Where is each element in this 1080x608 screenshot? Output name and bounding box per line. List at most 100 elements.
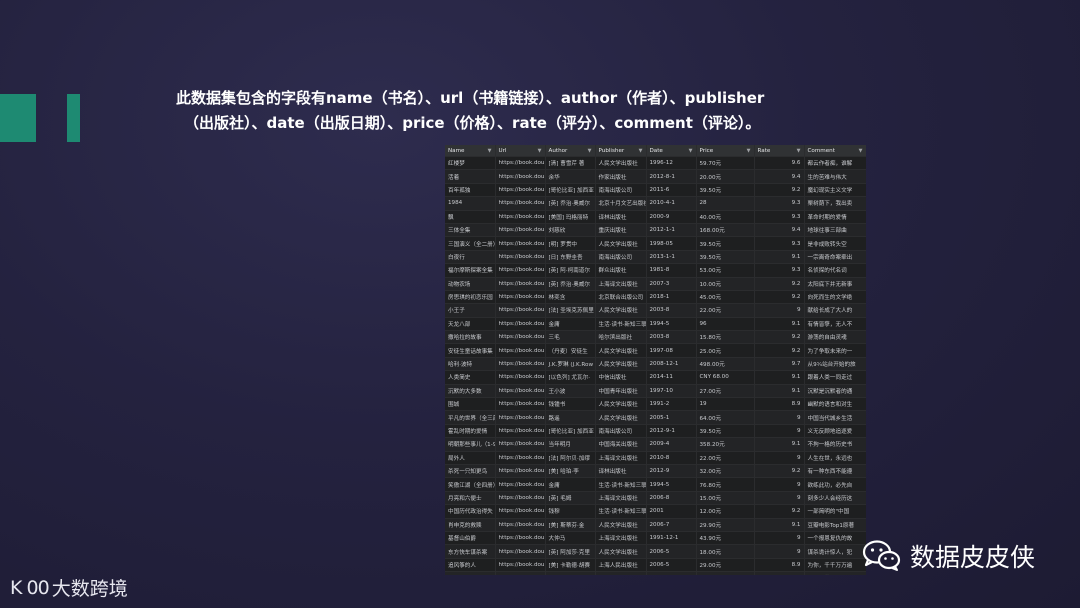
cell-comment: 栗树荫下，我出卖: [804, 196, 866, 211]
cell-date: 2013-1-1: [646, 250, 697, 265]
cell-publisher: 哈尔滨出版社: [595, 330, 647, 345]
cell-publisher: 南海出版公司: [595, 183, 647, 198]
cell-publisher: 译林出版社: [595, 464, 647, 479]
cell-price: 39.50元: [696, 250, 755, 265]
cell-url: https://book.dou: [495, 370, 546, 385]
cell-publisher: 上海译文出版社: [595, 277, 647, 291]
cell-comment: 义无反顾地追逐爱: [804, 424, 866, 439]
cell-date: 2009-4: [646, 437, 697, 452]
cell-url: https://book.dou: [495, 544, 546, 559]
table-row: 霍乱时期的爱情 https://book.dou [哥伦比亚] 加西亚 南海出版公司 2…: [445, 424, 866, 439]
column-header-rate: Rate ▼: [754, 145, 805, 157]
cell-price: 10.00元: [696, 277, 755, 291]
cell-name: 人类简史: [445, 370, 496, 385]
table-row: 1984 https://book.dou [英] 乔治·奥威尔 北京十月文艺出版社 2…: [445, 196, 866, 211]
cell-comment: 沉默是沉默者的通: [804, 384, 866, 399]
table-row: 哈利·波特 https://book.dou J.K.罗琳 (J.K.Row 人民文学…: [445, 357, 866, 372]
cell-name: 围城: [445, 397, 496, 412]
cell-rate: 8.9: [754, 397, 805, 412]
cell-name: 月亮和六便士: [445, 491, 496, 506]
table-row: 追风筝的人 https://book.dou [美] 卡勒德·胡赛 上海人民出版社 20…: [445, 558, 866, 573]
cell-comment: 见微知著，历史可: [804, 571, 866, 575]
cell-comment: 豆瓣电影Top1原著: [804, 518, 866, 532]
cell-price: 43.90元: [696, 531, 755, 546]
column-header-date: Date ▼: [646, 145, 697, 157]
cell-price: 29.00元: [696, 558, 755, 573]
cell-name: 百年孤独: [445, 183, 496, 198]
cell-publisher: 人民文学出版社: [595, 544, 647, 559]
cell-author: 路遥: [545, 410, 596, 425]
cell-url: https://book.dou: [495, 183, 546, 198]
cell-publisher: 南海出版公司: [595, 250, 647, 265]
cell-comment: 地球往事三部曲: [804, 223, 866, 238]
cell-author: [哥伦比亚] 加西亚: [545, 424, 596, 439]
column-header-label: Date: [649, 147, 663, 154]
column-header-label: Url: [498, 147, 507, 154]
brand-logo-left: K 00 大数跨境: [10, 574, 128, 601]
cell-price: 64.00元: [696, 410, 755, 425]
cell-rate: 9.2: [754, 183, 805, 198]
cell-name: 活着: [445, 169, 496, 184]
cell-price: 168.00元: [696, 223, 755, 238]
cell-price: CNY 68.00: [696, 370, 755, 385]
filter-dropdown-icon: ▼: [858, 147, 863, 154]
cell-rate: 8.9: [754, 558, 805, 573]
cell-name: 局外人: [445, 451, 496, 465]
filter-dropdown-icon: ▼: [688, 147, 693, 154]
book-table: Name ▼ Url ▼ Author ▼ Publisher ▼ Date ▼ Price ▼ Rat…: [445, 145, 866, 575]
cell-comment: 从9¾站台开始的旅: [804, 357, 866, 372]
cell-date: 2006-5: [646, 544, 697, 559]
filter-dropdown-icon: ▼: [587, 147, 592, 154]
cell-author: [日] 东野圭吾: [545, 250, 596, 265]
table-row: 围城 https://book.dou 钱锺书 人民文学出版社 1991-2 19 8.9 幽…: [445, 397, 866, 412]
column-header-comment: Comment ▼: [804, 145, 866, 157]
cell-comment: 跟着人类一同走过: [804, 370, 866, 385]
cell-url: https://book.dou: [495, 290, 546, 305]
cell-date: 2014-11: [646, 370, 697, 385]
cell-url: https://book.dou: [495, 277, 546, 291]
cell-comment: 名侦探的代名词: [804, 263, 866, 278]
cell-author: 王小波: [545, 384, 596, 399]
cell-name: 红楼梦: [445, 156, 496, 171]
cell-publisher: 人民文学出版社: [595, 357, 647, 372]
cell-name: 小王子: [445, 303, 496, 318]
cell-price: 40.00元: [696, 210, 755, 224]
cell-date: 2003-8: [646, 303, 697, 318]
table-row: 三国演义（全二册） https://book.dou [明] 罗贯中 人民文学出版社 1…: [445, 236, 866, 251]
cell-name: 天龙八部: [445, 317, 496, 332]
table-row: 中国历代政治得失 https://book.dou 钱穆 生活·读书·新知三联 2001…: [445, 504, 866, 519]
column-header-url: Url ▼: [495, 145, 546, 157]
cell-comment: 是非成败转头空: [804, 236, 866, 251]
cell-price: 498.00元: [696, 357, 755, 372]
cell-author: 当年明月: [545, 437, 596, 452]
brand-logo-right: 数据皮皮侠: [862, 538, 1035, 574]
cell-publisher: 人民文学出版社: [595, 236, 647, 251]
table-row: 福尔摩斯探案全集 https://book.dou [英] 阿·柯南道尔 群众出版社 1…: [445, 263, 866, 278]
table-row: 局外人 https://book.dou [法] 阿尔贝·加缪 上海译文出版社 2010…: [445, 451, 866, 465]
cell-url: https://book.dou: [495, 558, 546, 573]
table-row: 平凡的世界（全三部）https://book.dou路遥人民文学出版社2005-…: [445, 410, 866, 425]
cell-rate: 9: [754, 410, 805, 425]
cell-name: 明朝那些事儿（1-9）: [445, 437, 496, 452]
cell-author: [美国] 玛格丽特: [545, 210, 596, 224]
cell-comment: 献给长成了大人的: [804, 303, 866, 318]
cell-url: https://book.dou: [495, 263, 546, 278]
cell-url: https://book.dou: [495, 451, 546, 465]
cell-name: 基督山伯爵: [445, 531, 496, 546]
table-row: 安徒生童话故事集 https://book.dou （丹麦）安徒生 人民文学出版社 19…: [445, 343, 866, 358]
cell-name: 动物农场: [445, 277, 496, 291]
cell-rate: 9.2: [754, 504, 805, 519]
table-row: 白夜行 https://book.dou [日] 东野圭吾 南海出版公司 2013-1-…: [445, 250, 866, 265]
cell-author: 钱穆: [545, 504, 596, 519]
cell-price: 45.00元: [696, 290, 755, 305]
cell-rate: 9.1: [754, 250, 805, 265]
table-row: 小王子 https://book.dou [法] 圣埃克苏佩里 人民文学出版社 2003…: [445, 303, 866, 318]
cell-rate: 9.2: [754, 330, 805, 345]
table-row: 万历十五年https://book.dou[美] 黄仁宇生活·读书·新知三联19…: [445, 571, 866, 575]
brand-name-left: 大数跨境: [51, 578, 128, 600]
accent-bar-small: [67, 94, 80, 142]
cell-rate: 9.3: [754, 210, 805, 224]
cell-name: 万历十五年: [445, 571, 496, 575]
data-table-screenshot: Name ▼ Url ▼ Author ▼ Publisher ▼ Date ▼ Price ▼ Rat…: [445, 145, 866, 575]
cell-rate: 9.1: [754, 437, 805, 452]
